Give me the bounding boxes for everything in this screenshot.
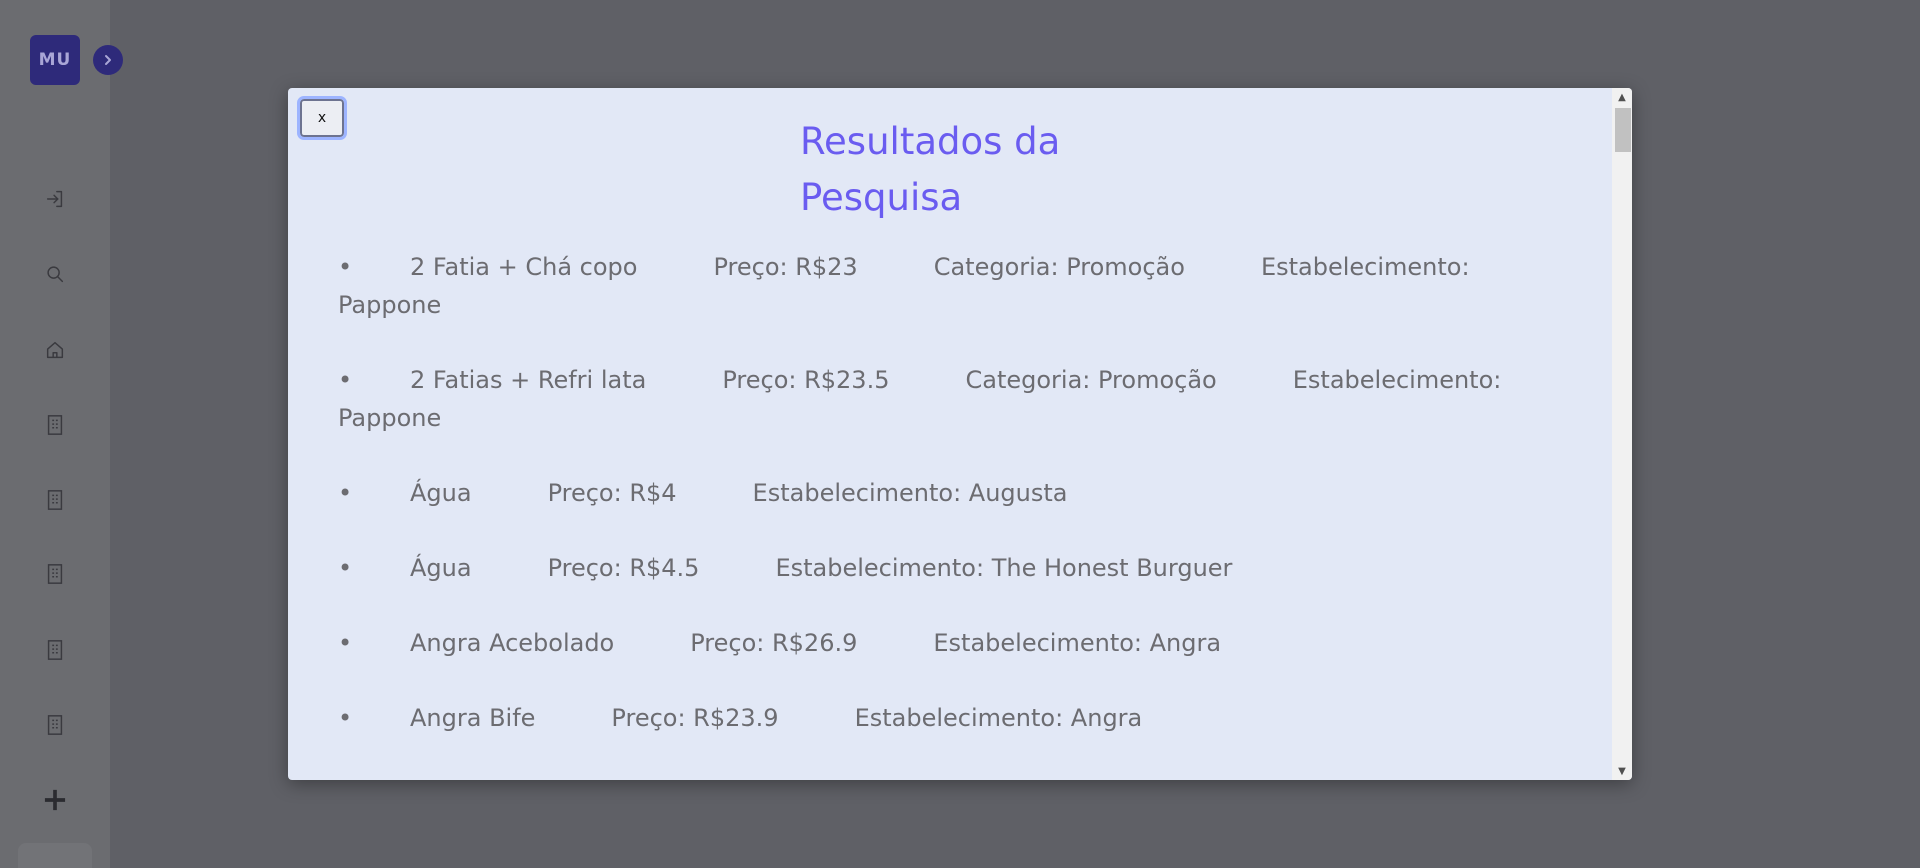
scrollbar-thumb[interactable]: [1615, 108, 1631, 152]
home-icon: [46, 341, 64, 359]
scroll-down-arrow-icon[interactable]: ▼: [1612, 762, 1632, 780]
bullet: •: [338, 554, 353, 582]
modal-title: Resultados da Pesquisa: [800, 120, 1061, 219]
item-price: Preço: R$23.9: [611, 704, 779, 732]
item-name: Angra Bife: [410, 704, 536, 732]
item-name: Água: [410, 479, 472, 507]
list-item: • Angra Bife Preço: R$23.9 Estabelecimento:…: [338, 699, 1568, 737]
building-icon: [47, 415, 63, 435]
item-price: Preço: R$23.5: [722, 366, 890, 394]
building-icon: [47, 490, 63, 510]
nav-building-2[interactable]: [39, 484, 71, 516]
results-list: • 2 Fatia + Chá copo Preço: R$23 Categoria:…: [338, 248, 1568, 774]
nav-building-5[interactable]: [39, 709, 71, 741]
item-category: Categoria: Promoção: [933, 253, 1185, 281]
search-results-modal: x Resultados da Pesquisa • 2 Fatia + Chá …: [288, 88, 1632, 780]
nav-login[interactable]: [39, 183, 71, 215]
sidebar: MU: [0, 0, 123, 868]
chevron-right-icon: [105, 55, 111, 65]
item-establishment: Estabelecimento: Angra: [933, 629, 1222, 657]
item-name: Angra Acebolado: [410, 629, 615, 657]
nav-building-1[interactable]: [39, 409, 71, 441]
sidebar-bottom-control[interactable]: [18, 843, 92, 868]
login-icon: [46, 190, 63, 208]
item-establishment: Estabelecimento: Angra: [854, 704, 1143, 732]
list-item: • 2 Fatia + Chá copo Preço: R$23 Categoria:…: [338, 248, 1568, 324]
vertical-scrollbar[interactable]: ▲ ▼: [1612, 88, 1632, 780]
bullet: •: [338, 366, 353, 394]
bullet: •: [338, 253, 353, 281]
nav-building-3[interactable]: [39, 558, 71, 590]
plus-icon: [44, 789, 66, 811]
building-icon: [47, 564, 63, 584]
app-logo[interactable]: MU: [30, 35, 80, 85]
item-name: 2 Fatia + Chá copo: [410, 253, 638, 281]
bullet: •: [338, 629, 353, 657]
scroll-up-arrow-icon[interactable]: ▲: [1612, 88, 1632, 106]
item-name: Água: [410, 554, 472, 582]
list-item: • 2 Fatias + Refri lata Preço: R$23.5 Categ…: [338, 361, 1568, 437]
item-price: Preço: R$26.9: [690, 629, 858, 657]
list-item: • Água Preço: R$4 Estabelecimento: Augusta: [338, 474, 1568, 512]
nav-add[interactable]: [39, 784, 71, 816]
item-price: Preço: R$4.5: [547, 554, 700, 582]
list-item: • Água Preço: R$4.5 Estabelecimento: The Ho…: [338, 549, 1568, 587]
list-item: • Angra Acebolado Preço: R$26.9 Estabelecim…: [338, 624, 1568, 662]
expand-sidebar-button[interactable]: [93, 45, 123, 75]
bullet: •: [338, 479, 353, 507]
nav-search[interactable]: [39, 258, 71, 290]
search-icon: [47, 266, 64, 283]
building-icon: [47, 640, 63, 660]
item-category: Categoria: Promoção: [965, 366, 1217, 394]
nav-building-4[interactable]: [39, 634, 71, 666]
item-name: 2 Fatias + Refri lata: [410, 366, 647, 394]
item-price: Preço: R$4: [547, 479, 677, 507]
item-price: Preço: R$23: [713, 253, 858, 281]
item-establishment: Estabelecimento: Augusta: [752, 479, 1068, 507]
bullet: •: [338, 704, 353, 732]
item-establishment: Estabelecimento: The Honest Burguer: [775, 554, 1233, 582]
close-button[interactable]: x: [297, 96, 347, 140]
nav-home[interactable]: [39, 334, 71, 366]
building-icon: [47, 715, 63, 735]
